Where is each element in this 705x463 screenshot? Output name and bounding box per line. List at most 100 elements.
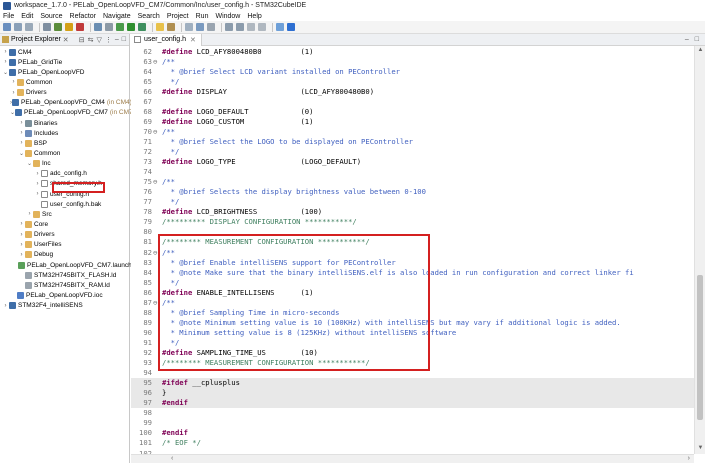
code-token: LCD_BRIGHTNESS (100): [192, 207, 323, 217]
view-menu-icon[interactable]: ⋮: [105, 36, 112, 44]
debug-icon[interactable]: [116, 23, 124, 31]
tree-item[interactable]: ⌄ Common: [0, 148, 129, 158]
new-wizard-icon[interactable]: [94, 23, 102, 31]
chevron-right-icon[interactable]: ›: [18, 232, 25, 238]
tree-item[interactable]: › PELab_OpenLoopVFD_CM4 (in CM4): [0, 98, 132, 108]
scroll-left-icon[interactable]: ‹: [171, 455, 173, 462]
tree-item-label: Core: [34, 220, 49, 228]
minimize-icon[interactable]: –: [115, 36, 119, 44]
menu-item-search[interactable]: Search: [138, 13, 160, 20]
search-icon[interactable]: [196, 23, 204, 31]
tab-user-config[interactable]: user_config.h ✕: [131, 33, 202, 46]
close-view-icon[interactable]: ✕: [63, 36, 69, 44]
open-file-icon[interactable]: [156, 23, 164, 31]
tree-item[interactable]: › Drivers: [0, 88, 129, 98]
horizontal-scrollbar[interactable]: ‹ ›: [131, 454, 694, 463]
minimize-editor-icon[interactable]: –: [685, 36, 689, 43]
save-icon[interactable]: [14, 23, 22, 31]
chevron-right-icon[interactable]: ›: [2, 49, 9, 55]
menu-item-navigate[interactable]: Navigate: [103, 13, 131, 20]
vertical-scrollbar[interactable]: ▲ ▼: [694, 46, 705, 454]
tree-item[interactable]: › PELab_GridTie: [0, 57, 129, 67]
chevron-right-icon[interactable]: ›: [18, 140, 25, 146]
menu-item-help[interactable]: Help: [247, 13, 261, 20]
tree-item[interactable]: › adc_config.h: [0, 169, 129, 179]
tree-item[interactable]: › Src: [0, 209, 129, 219]
chevron-right-icon[interactable]: ›: [10, 79, 17, 85]
chevron-right-icon[interactable]: ›: [18, 252, 25, 258]
stop-icon[interactable]: [76, 23, 84, 31]
chevron-down-icon[interactable]: ⌄: [2, 69, 9, 76]
tree-item[interactable]: › Debug: [0, 250, 129, 260]
wand-icon[interactable]: [167, 23, 175, 31]
mark-icon[interactable]: [185, 23, 193, 31]
chevron-right-icon[interactable]: ›: [18, 221, 25, 227]
menu-item-source[interactable]: Source: [40, 13, 62, 20]
tree-item[interactable]: ⌄ PELab_OpenLoopVFD: [0, 67, 129, 77]
tree-item[interactable]: › Binaries: [0, 118, 129, 128]
open-type-icon[interactable]: [105, 23, 113, 31]
chevron-right-icon[interactable]: ›: [18, 130, 25, 136]
menu-item-edit[interactable]: Edit: [21, 13, 33, 20]
code-token: #define: [162, 116, 193, 126]
scroll-down-icon[interactable]: ▼: [695, 445, 705, 451]
prev-annotation-icon[interactable]: [236, 23, 244, 31]
maximize-editor-icon[interactable]: □: [695, 36, 699, 43]
tree-item[interactable]: STM32H745BITX_RAM.ld: [0, 280, 129, 290]
menu-item-run[interactable]: Run: [196, 13, 209, 20]
tree-item[interactable]: ⌄ Inc: [0, 159, 129, 169]
chevron-right-icon[interactable]: ›: [34, 181, 41, 187]
new-icon[interactable]: [3, 23, 11, 31]
scroll-thumb[interactable]: [697, 275, 703, 420]
tree-item[interactable]: › STM32F4_intelliSENS: [0, 301, 129, 311]
info-icon[interactable]: [287, 23, 295, 31]
tree-item[interactable]: › Drivers: [0, 230, 129, 240]
tree-item[interactable]: › Common: [0, 77, 129, 87]
toggle-icon[interactable]: [207, 23, 215, 31]
chevron-right-icon[interactable]: ›: [34, 171, 41, 177]
perspective-icon[interactable]: [276, 23, 284, 31]
tree-item[interactable]: › Core: [0, 219, 129, 229]
menu-item-refactor[interactable]: Refactor: [70, 13, 96, 20]
tree-item[interactable]: › UserFiles: [0, 240, 129, 250]
chevron-right-icon[interactable]: ›: [18, 120, 25, 126]
close-tab-icon[interactable]: ✕: [190, 36, 196, 44]
chevron-down-icon[interactable]: ⌄: [18, 150, 25, 157]
menu-item-window[interactable]: Window: [215, 13, 240, 20]
chevron-down-icon[interactable]: ⌄: [26, 160, 33, 167]
save-all-icon[interactable]: [25, 23, 33, 31]
device-icon[interactable]: [65, 23, 73, 31]
chevron-right-icon[interactable]: ›: [2, 59, 9, 65]
chevron-right-icon[interactable]: ›: [18, 242, 25, 248]
line-number: 89: [143, 317, 152, 327]
maximize-icon[interactable]: □: [122, 36, 126, 44]
line-number: 85: [143, 277, 152, 287]
chevron-right-icon[interactable]: ›: [2, 303, 9, 309]
tree-item[interactable]: STM32H745BITX_FLASH.ld: [0, 270, 129, 280]
scroll-up-icon[interactable]: ▲: [695, 47, 705, 53]
tree-item[interactable]: PELab_OpenLoopVFD_CM7.launch: [0, 260, 132, 270]
chevron-right-icon[interactable]: ›: [34, 191, 41, 197]
build-icon[interactable]: [54, 23, 62, 31]
tree-item[interactable]: PELab_OpenLoopVFD.ioc: [0, 290, 129, 300]
run-icon[interactable]: [127, 23, 135, 31]
external-tools-icon[interactable]: [138, 23, 146, 31]
chevron-right-icon[interactable]: ›: [10, 90, 17, 96]
tree-item[interactable]: user_config.h.bak: [0, 199, 129, 209]
menu-item-file[interactable]: File: [3, 13, 14, 20]
settings-icon[interactable]: [43, 23, 51, 31]
forward-icon[interactable]: [258, 23, 266, 31]
collapse-all-icon[interactable]: ⊟: [79, 36, 85, 44]
scroll-right-icon[interactable]: ›: [688, 455, 690, 462]
link-editor-icon[interactable]: ⇆: [88, 36, 94, 44]
menu-item-project[interactable]: Project: [167, 13, 189, 20]
tree-item[interactable]: › BSP: [0, 138, 129, 148]
back-icon[interactable]: [247, 23, 255, 31]
tree-item[interactable]: ⌄ PELab_OpenLoopVFD_CM7 (in CM7): [0, 108, 135, 118]
tree-item[interactable]: › Includes: [0, 128, 129, 138]
filter-icon[interactable]: ▽: [96, 36, 101, 44]
chevron-right-icon[interactable]: ›: [26, 211, 33, 217]
next-annotation-icon[interactable]: [225, 23, 233, 31]
tree-item[interactable]: › CM4: [0, 47, 129, 57]
tree-item-label: Drivers: [34, 231, 55, 239]
